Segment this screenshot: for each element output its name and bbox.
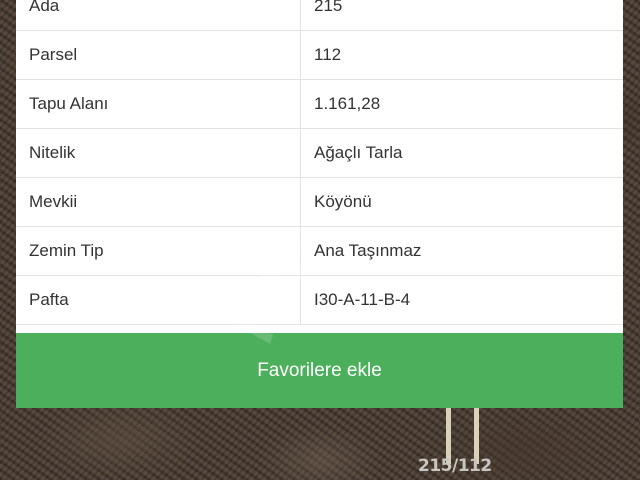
add-to-favorites-button[interactable]: Favorilere ekle xyxy=(16,333,623,408)
detail-label: Parsel xyxy=(16,31,301,79)
parcel-boundary-line xyxy=(446,404,451,464)
detail-value: Ağaçlı Tarla xyxy=(314,143,403,162)
detail-label: Zemin Tip xyxy=(16,227,301,275)
detail-value: 215 xyxy=(314,0,343,15)
detail-value: I30-A-11-B-4 xyxy=(314,290,411,309)
detail-label: Pafta xyxy=(16,276,301,324)
detail-row-tapu-alani: Tapu Alanı 1.161,28 xyxy=(16,80,623,129)
detail-value: Ana Taşınmaz xyxy=(314,241,422,260)
detail-value: 1.161,28 xyxy=(314,94,381,113)
detail-label: Ada xyxy=(16,0,301,30)
detail-row-ada: Ada 215 xyxy=(16,0,623,31)
parcel-boundary-line xyxy=(474,404,479,464)
detail-row-zemin-tip: Zemin Tip Ana Taşınmaz xyxy=(16,227,623,276)
detail-value: Köyönü xyxy=(314,192,372,211)
detail-label: Mevkii xyxy=(16,178,301,226)
detail-row-nitelik: Nitelik Ağaçlı Tarla xyxy=(16,129,623,178)
detail-row-pafta: Pafta I30-A-11-B-4 xyxy=(16,276,623,325)
detail-row-parsel: Parsel 112 xyxy=(16,31,623,80)
parcel-map-label: 215/112 xyxy=(418,456,492,476)
parcel-details-panel: Ada 215 Parsel 112 Tapu Alanı 1.161,28 N… xyxy=(16,0,623,408)
detail-label: Tapu Alanı xyxy=(16,80,301,128)
detail-row-mevkii: Mevkii Köyönü xyxy=(16,178,623,227)
detail-label: Nitelik xyxy=(16,129,301,177)
detail-value: 112 xyxy=(314,45,342,64)
